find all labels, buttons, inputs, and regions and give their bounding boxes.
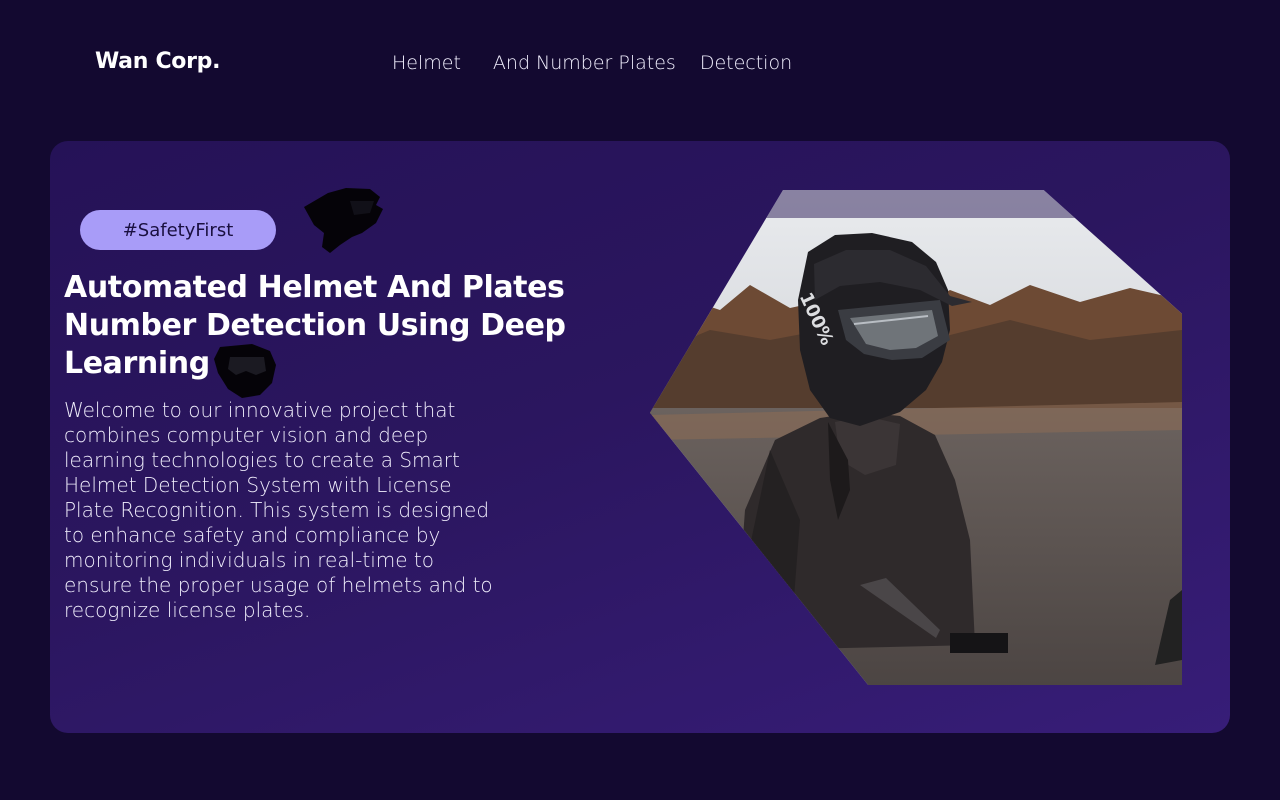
- hero-title: Automated Helmet And Plates Number Detec…: [64, 270, 566, 381]
- goggles-icon: [214, 344, 276, 398]
- hero-panel: #SafetyFirst Automated Helmet And Plates…: [50, 141, 1230, 733]
- nav-helmet[interactable]: Helmet: [392, 52, 461, 74]
- hero-photo: 100%: [650, 190, 1182, 685]
- safety-first-tag[interactable]: #SafetyFirst: [80, 210, 276, 250]
- nav-detection[interactable]: Detection: [700, 52, 792, 74]
- top-nav: Helmet And Number Plates Detection: [392, 52, 792, 74]
- nav-number-plates[interactable]: And Number Plates: [493, 52, 676, 74]
- rider-photo: 100%: [650, 190, 1182, 685]
- hero-description: Welcome to our innovative project that c…: [64, 398, 493, 622]
- helmet-icon: [304, 188, 383, 253]
- brand-logo[interactable]: Wan Corp.: [95, 49, 220, 74]
